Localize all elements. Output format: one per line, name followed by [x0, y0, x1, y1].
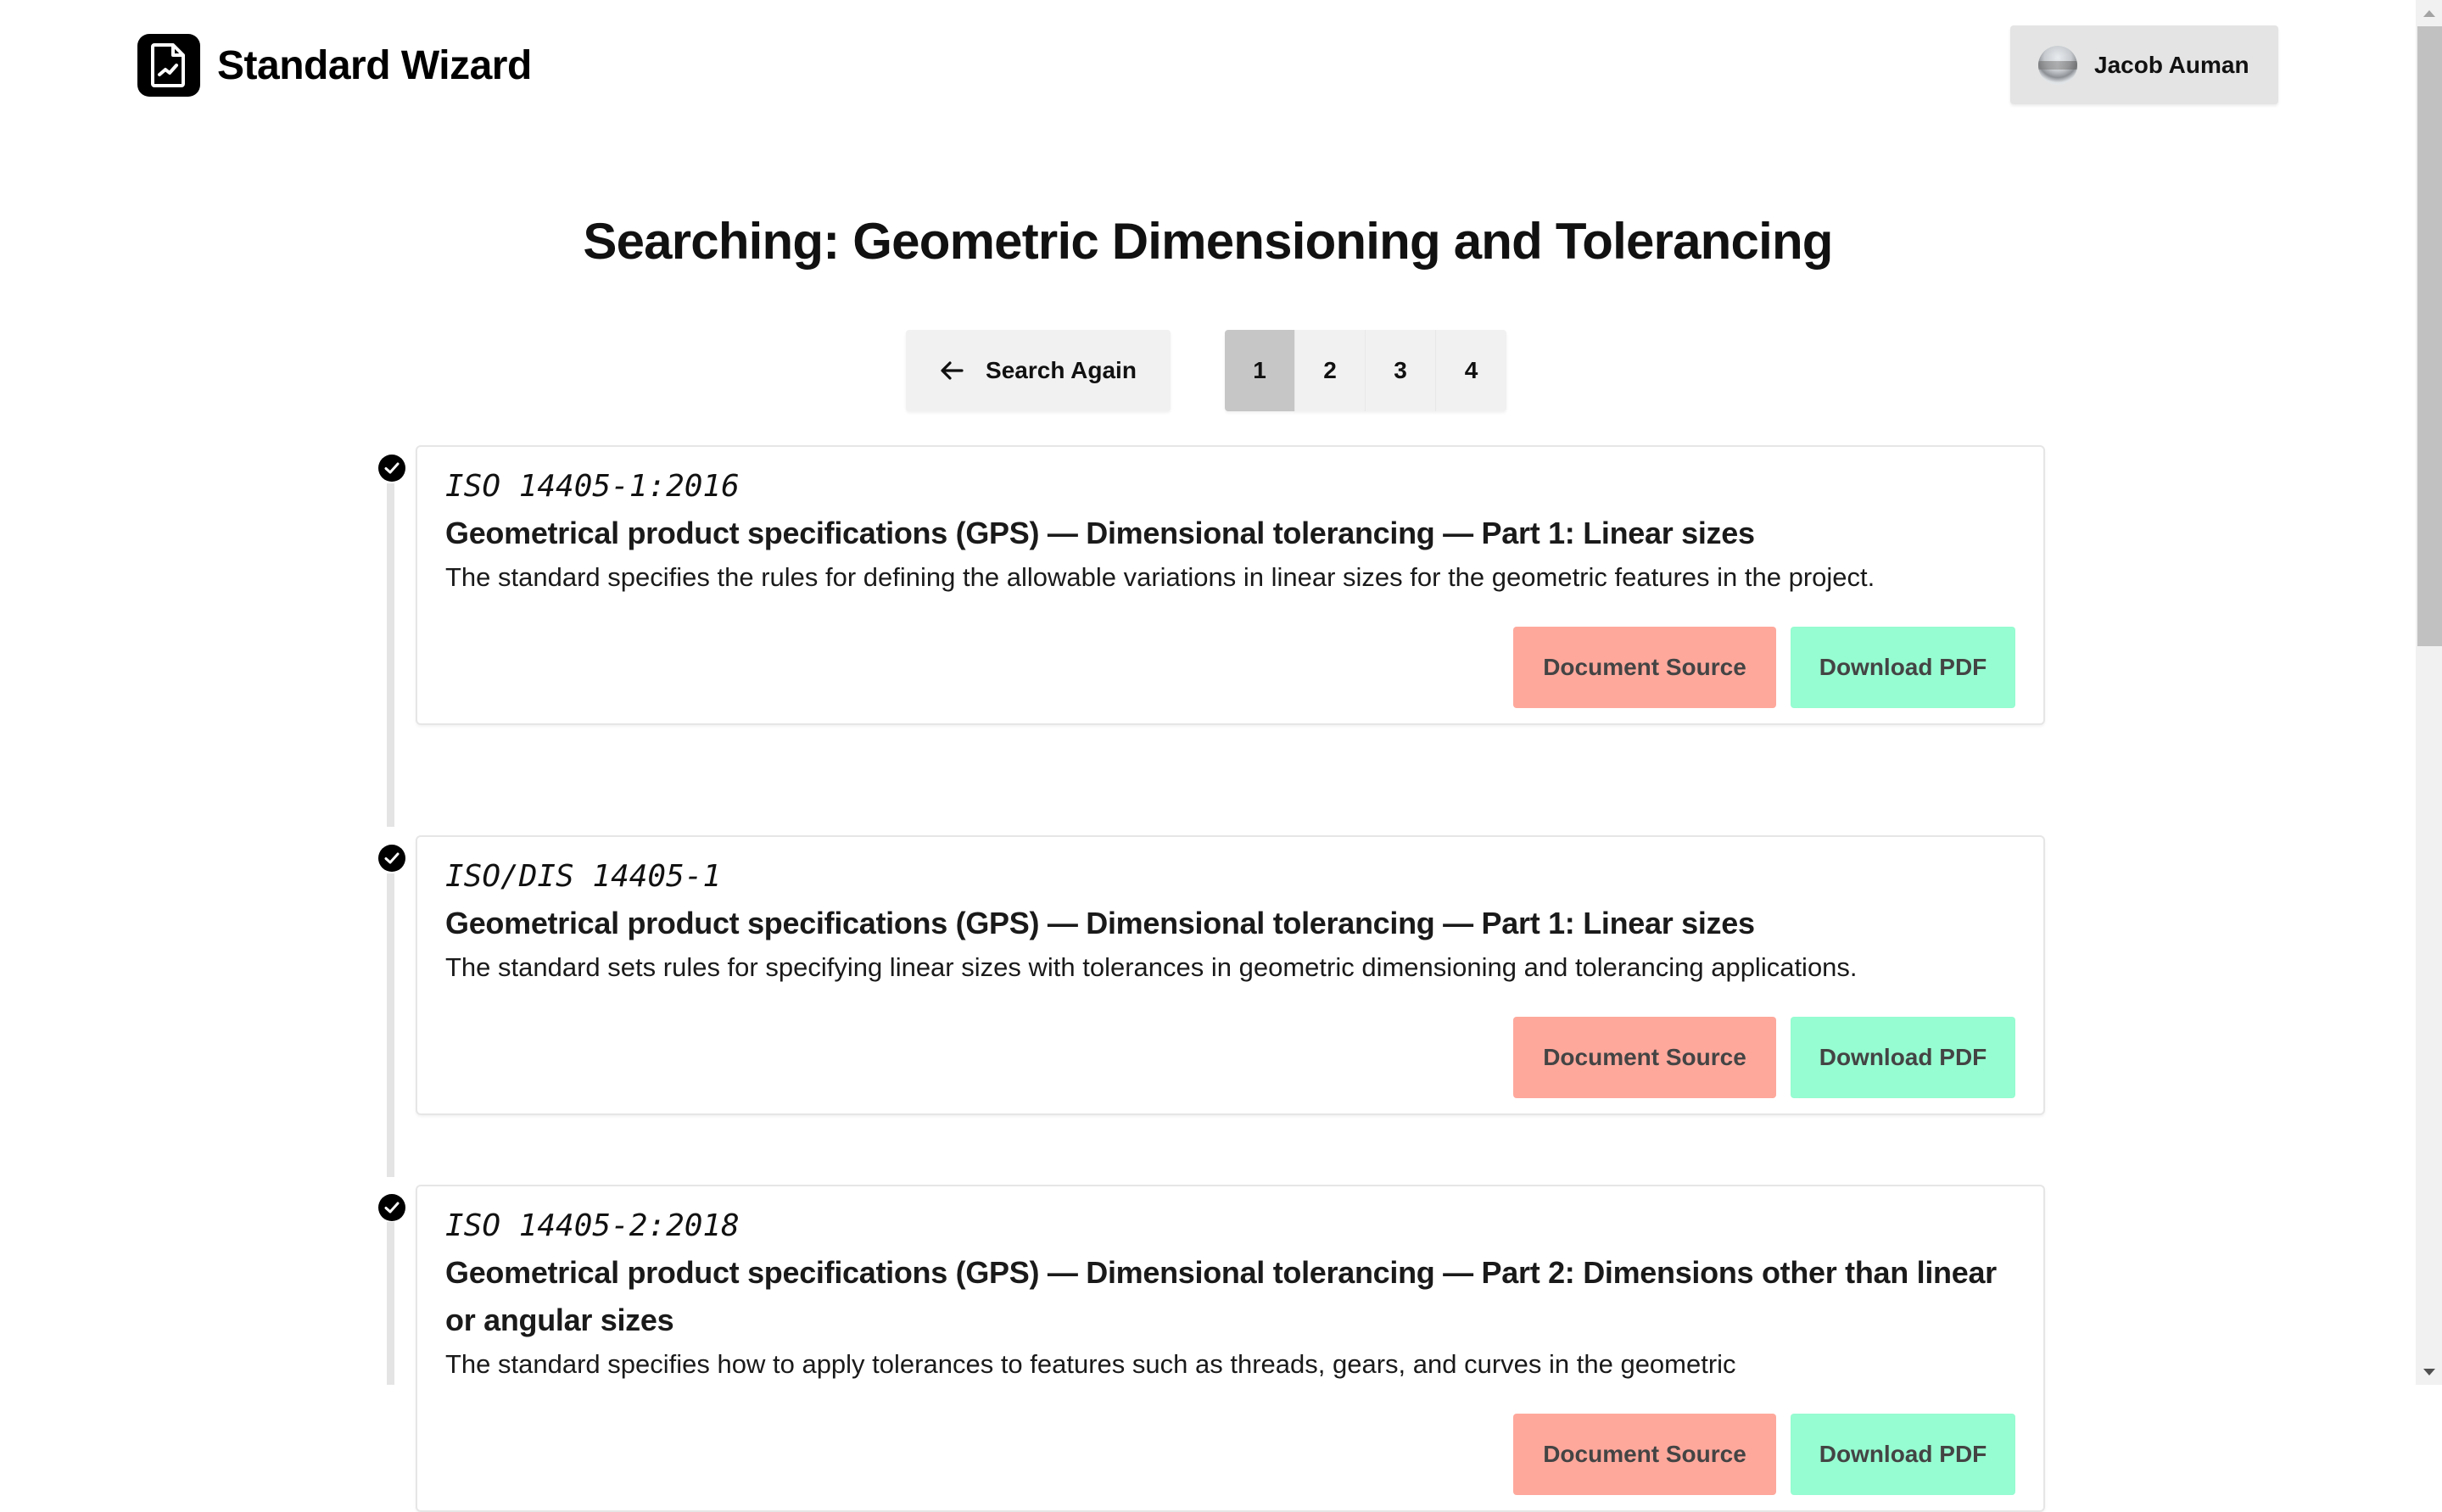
app-logo-link[interactable]: Standard Wizard: [137, 34, 532, 97]
standard-title: Geometrical product specifications (GPS)…: [445, 1255, 1997, 1337]
arrow-left-icon: [940, 360, 964, 381]
page-title: Searching: Geometric Dimensioning and To…: [583, 213, 1833, 270]
standard-description: The standard sets rules for specifying l…: [445, 952, 1858, 982]
page-button-2[interactable]: 2: [1295, 330, 1366, 411]
document-source-button[interactable]: Document Source: [1513, 1017, 1776, 1098]
result-card: ISO/DIS 14405-1 Geometrical product spec…: [416, 835, 2045, 1115]
result-card: ISO 14405-1:2016 Geometrical product spe…: [416, 445, 2045, 725]
check-circle-icon: [378, 845, 405, 872]
user-name: Jacob Auman: [2094, 51, 2249, 78]
standard-code: ISO 14405-1:2016: [445, 469, 740, 504]
standard-title: Geometrical product specifications (GPS)…: [445, 906, 1755, 940]
user-menu-button[interactable]: Jacob Auman: [2010, 25, 2278, 104]
page-button-4[interactable]: 4: [1436, 330, 1506, 411]
user-avatar: [2038, 45, 2077, 85]
search-again-label: Search Again: [986, 357, 1137, 383]
scroll-up-arrow-icon[interactable]: [2416, 0, 2442, 26]
standard-code: ISO/DIS 14405-1: [445, 859, 722, 894]
standard-title: Geometrical product specifications (GPS)…: [445, 516, 1755, 550]
standard-description: The standard specifies how to apply tole…: [445, 1349, 1736, 1379]
document-chart-icon: [137, 34, 200, 97]
scrollbar-thumb[interactable]: [2417, 26, 2442, 646]
standard-description: The standard specifies the rules for def…: [445, 562, 1875, 592]
standard-code: ISO 14405-2:2018: [445, 1208, 740, 1243]
page-button-3[interactable]: 3: [1366, 330, 1436, 411]
timeline-line: [387, 1222, 394, 1385]
check-circle-icon: [378, 455, 405, 482]
app-title: Standard Wizard: [217, 42, 532, 88]
document-source-button[interactable]: Document Source: [1513, 1414, 1776, 1495]
check-circle-icon: [378, 1194, 405, 1221]
timeline-line: [387, 873, 394, 1177]
result-card: ISO 14405-2:2018 Geometrical product spe…: [416, 1185, 2045, 1512]
timeline-line: [387, 483, 394, 827]
download-pdf-button[interactable]: Download PDF: [1791, 1414, 2015, 1495]
pagination: 1 2 3 4: [1225, 330, 1506, 411]
page-button-1[interactable]: 1: [1225, 330, 1295, 411]
search-again-button[interactable]: Search Again: [906, 330, 1171, 411]
download-pdf-button[interactable]: Download PDF: [1791, 1017, 2015, 1098]
scroll-down-arrow-icon[interactable]: [2416, 1359, 2442, 1385]
download-pdf-button[interactable]: Download PDF: [1791, 627, 2015, 708]
vertical-scrollbar[interactable]: [2416, 0, 2442, 1385]
document-source-button[interactable]: Document Source: [1513, 627, 1776, 708]
